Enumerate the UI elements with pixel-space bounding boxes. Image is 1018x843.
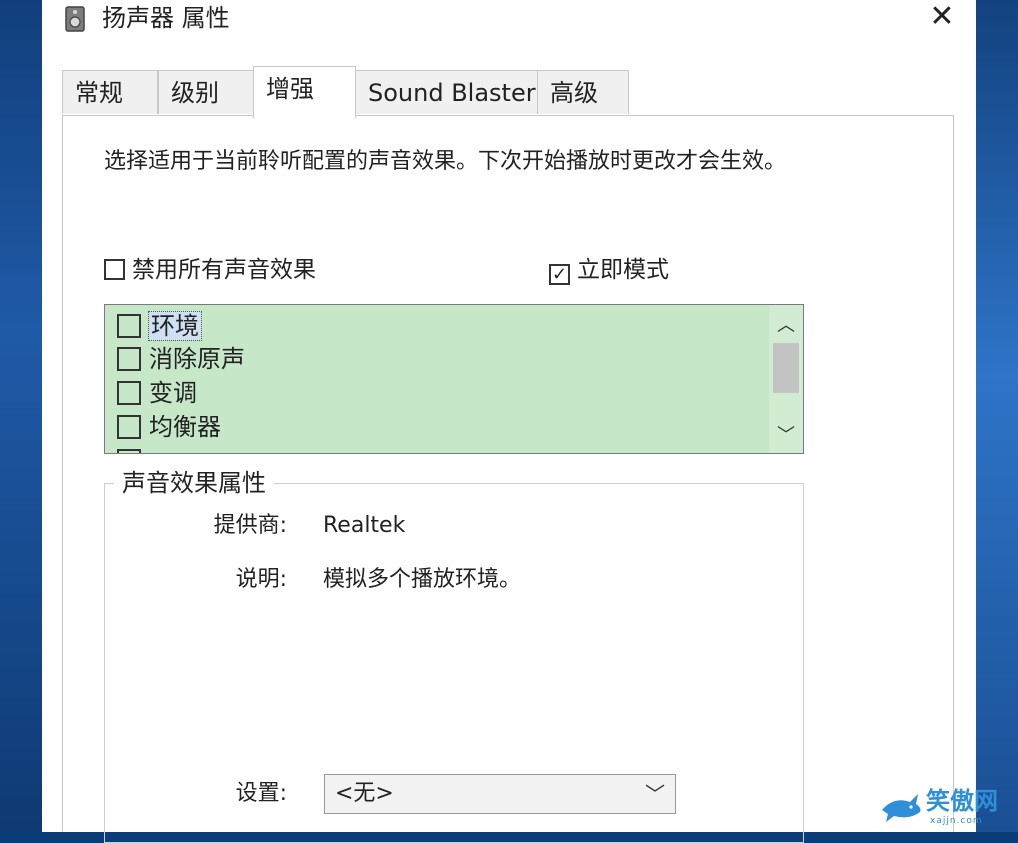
provider-value: Realtek <box>323 513 406 538</box>
effects-list[interactable]: 环境 消除原声 变调 均衡器 ︿ ﹀ <box>104 304 804 454</box>
description-label: 说明: <box>235 567 287 592</box>
tab-advanced[interactable]: 高级 <box>537 70 629 114</box>
checkbox-box[interactable] <box>117 314 141 338</box>
close-button[interactable]: ✕ <box>926 2 958 34</box>
enhancements-description: 选择适用于当前聆听配置的声音效果。下次开始播放时更改才会生效。 <box>104 149 787 174</box>
desktop-background-left <box>0 0 42 832</box>
checkbox-box[interactable] <box>117 415 141 439</box>
close-icon: ✕ <box>929 0 955 34</box>
shark-logo-icon <box>882 794 921 822</box>
scroll-down-icon[interactable]: ﹀ <box>769 421 803 451</box>
effect-item-equalizer[interactable]: 均衡器 <box>117 412 221 442</box>
provider-label: 提供商: <box>213 513 287 538</box>
disable-all-effects-checkbox[interactable]: 禁用所有声音效果 <box>104 255 316 285</box>
speaker-icon <box>65 6 85 32</box>
scroll-up-icon[interactable]: ︿ <box>769 311 803 341</box>
settings-dropdown[interactable]: <无> ﹀ <box>324 774 676 814</box>
effects-scrollbar[interactable]: ︿ ﹀ <box>769 305 803 453</box>
effect-item-environment[interactable]: 环境 <box>117 311 202 341</box>
desktop-background-right <box>976 0 1018 832</box>
effect-item-partial <box>117 446 149 453</box>
settings-label: 设置: <box>235 781 287 806</box>
tab-levels[interactable]: 级别 <box>158 70 254 114</box>
tab-general[interactable]: 常规 <box>62 70 158 114</box>
checkbox-box[interactable] <box>117 347 141 371</box>
description-value: 模拟多个播放环境。 <box>323 567 522 592</box>
effect-item-pitch-shift[interactable]: 变调 <box>117 378 197 408</box>
window-title: 扬声器 属性 <box>102 4 230 32</box>
watermark-logo: 笑傲网 xajjn.com <box>880 786 1010 830</box>
checkbox-box <box>117 449 141 453</box>
chevron-down-icon: ﹀ <box>645 782 665 806</box>
effect-item-voice-cancellation[interactable]: 消除原声 <box>117 344 245 374</box>
tab-sound-blaster[interactable]: Sound Blaster <box>355 70 538 114</box>
immediate-mode-checkbox[interactable]: ✓ 立即模式 <box>549 255 669 285</box>
tab-enhancements[interactable]: 增强 <box>253 66 356 118</box>
speaker-properties-dialog: 扬声器 属性 ✕ 常规 级别 增强 Sound Blaster 高级 选择适用于… <box>42 0 976 843</box>
checkmark-icon: ✓ <box>549 264 570 285</box>
effect-properties-title: 声音效果属性 <box>114 468 274 498</box>
checkbox-box <box>104 259 125 280</box>
scroll-thumb[interactable] <box>773 343 799 393</box>
checkbox-box[interactable] <box>117 381 141 405</box>
